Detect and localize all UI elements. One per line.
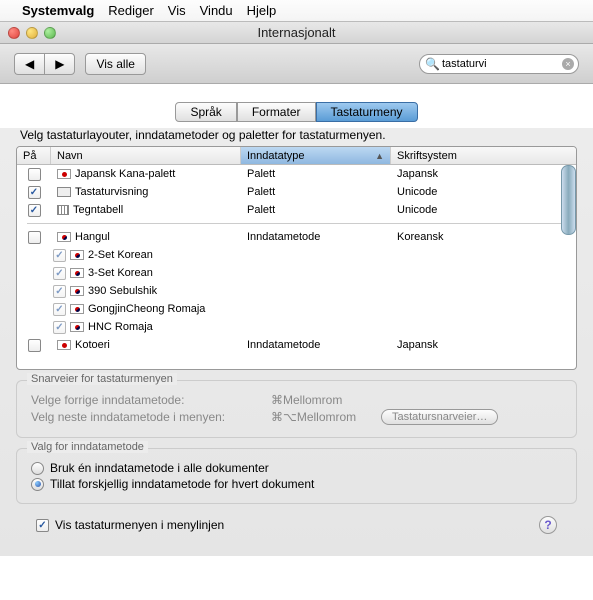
minimize-button[interactable] (26, 27, 38, 39)
table-row: Tegntabell Palett Unicode (17, 201, 576, 219)
next-input-label: Velg neste inndatametode i menyen: (31, 410, 271, 424)
search-input[interactable] (419, 54, 579, 74)
table-row: Tastaturvisning Palett Unicode (17, 183, 576, 201)
checkbox[interactable] (28, 204, 41, 217)
sort-indicator-icon: ▲ (375, 151, 384, 161)
table-row: Kotoeri Inndatametode Japansk (17, 336, 576, 354)
tab-formats[interactable]: Formater (237, 102, 316, 122)
flag-jp-icon (57, 340, 71, 350)
table-subrow: GongjinCheong Romaja (17, 300, 576, 318)
keyboard-shortcuts-button[interactable]: Tastatursnarveier… (381, 409, 498, 425)
toolbar: ◀ ▶ Vis alle 🔍 × (0, 44, 593, 84)
menu-window[interactable]: Vindu (200, 3, 233, 18)
tab-language[interactable]: Språk (175, 102, 236, 122)
flag-jp-icon (57, 169, 71, 179)
checkbox[interactable] (28, 168, 41, 181)
instruction-text: Velg tastaturlayouter, inndatametoder og… (16, 128, 577, 142)
scrollbar-thumb[interactable] (561, 165, 576, 235)
titlebar: Internasjonalt (0, 22, 593, 44)
checkbox[interactable] (28, 231, 41, 244)
checkbox[interactable] (28, 339, 41, 352)
table-row: Japansk Kana-palett Palett Japansk (17, 165, 576, 183)
column-name[interactable]: Navn (51, 147, 241, 164)
flag-kr-icon (70, 250, 84, 260)
checkbox[interactable] (53, 285, 66, 298)
shortcuts-group: Snarveier for tastaturmenyen Velge forri… (16, 380, 577, 438)
show-keyboard-menu-label: Vis tastaturmenyen i menylinjen (55, 518, 224, 532)
keyboard-icon (57, 187, 71, 197)
column-type[interactable]: Inndatatype▲ (241, 147, 391, 164)
input-method-options-group: Valg for inndatametode Bruk én inndatame… (16, 448, 577, 504)
radio-one-method[interactable] (31, 462, 44, 475)
flag-kr-icon (70, 322, 84, 332)
table-subrow: HNC Romaja (17, 318, 576, 336)
table-subrow: 3-Set Korean (17, 264, 576, 282)
radio-diff-method[interactable] (31, 478, 44, 491)
input-sources-table: På Navn Inndatatype▲ Skriftsystem Japans… (16, 146, 577, 370)
column-on[interactable]: På (17, 147, 51, 164)
show-all-button[interactable]: Vis alle (85, 53, 145, 75)
checkbox[interactable] (28, 186, 41, 199)
menubar: Systemvalg Rediger Vis Vindu Hjelp (0, 0, 593, 22)
flag-kr-icon (70, 304, 84, 314)
close-button[interactable] (8, 27, 20, 39)
forward-button[interactable]: ▶ (44, 53, 75, 75)
flag-kr-icon (70, 268, 84, 278)
show-keyboard-menu-checkbox[interactable] (36, 519, 49, 532)
checkbox[interactable] (53, 321, 66, 334)
radio-diff-method-label: Tillat forskjellig inndatametode for hve… (50, 477, 314, 491)
menu-edit[interactable]: Rediger (108, 3, 154, 18)
table-subrow: 390 Sebulshik (17, 282, 576, 300)
radio-one-method-label: Bruk én inndatametode i alle dokumenter (50, 461, 269, 475)
prev-input-label: Velge forrige inndatametode: (31, 393, 271, 407)
app-menu[interactable]: Systemvalg (22, 3, 94, 18)
flag-kr-icon (57, 232, 71, 242)
checkbox[interactable] (53, 267, 66, 280)
checkbox[interactable] (53, 249, 66, 262)
table-subrow: 2-Set Korean (17, 246, 576, 264)
column-script[interactable]: Skriftsystem (391, 147, 576, 164)
prev-input-shortcut: ⌘Mellomrom (271, 393, 381, 407)
tab-bar: Språk Formater Tastaturmeny (16, 102, 577, 122)
shortcuts-legend: Snarveier for tastaturmenyen (27, 373, 177, 385)
zoom-button[interactable] (44, 27, 56, 39)
search-icon: 🔍 (425, 57, 440, 71)
clear-search-icon[interactable]: × (562, 58, 574, 70)
options-legend: Valg for inndatametode (27, 441, 148, 453)
table-row: Hangul Inndatametode Koreansk (17, 228, 576, 246)
character-palette-icon (57, 205, 69, 215)
window-title: Internasjonalt (0, 25, 593, 40)
help-button[interactable]: ? (539, 516, 557, 534)
nav-buttons: ◀ ▶ (14, 53, 75, 75)
tab-keyboard-menu[interactable]: Tastaturmeny (316, 102, 418, 122)
back-button[interactable]: ◀ (14, 53, 44, 75)
menu-help[interactable]: Hjelp (247, 3, 277, 18)
flag-kr-icon (70, 286, 84, 296)
next-input-shortcut: ⌘⌥Mellomrom (271, 410, 381, 424)
checkbox[interactable] (53, 303, 66, 316)
menu-view[interactable]: Vis (168, 3, 186, 18)
